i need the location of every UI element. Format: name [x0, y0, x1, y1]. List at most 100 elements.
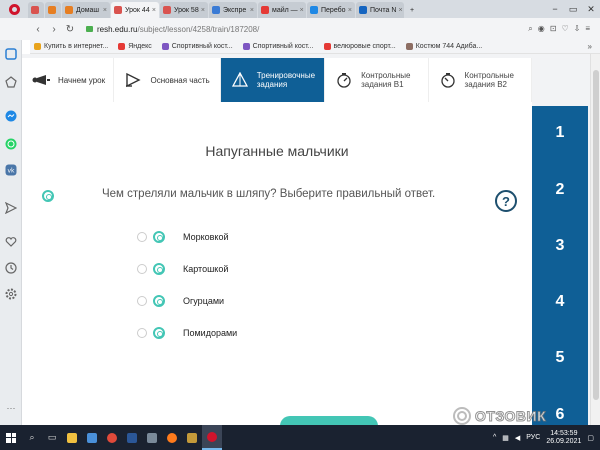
bookmark-item[interactable]: Спортивный кост... — [242, 43, 314, 50]
history-icon[interactable] — [5, 262, 17, 274]
language-indicator[interactable]: РУС — [526, 434, 540, 441]
browser-tab[interactable]: Перебо × — [307, 2, 355, 18]
answer-radio[interactable] — [137, 232, 147, 242]
maximize-button[interactable]: ▭ — [564, 4, 582, 15]
settings-icon[interactable] — [5, 288, 17, 300]
start-button[interactable] — [0, 425, 22, 450]
network-icon[interactable]: ▦ — [502, 434, 509, 442]
browser-tab[interactable]: Урок 58 × — [160, 2, 208, 18]
app-icon[interactable] — [182, 425, 202, 450]
browser-tab[interactable]: Урок 44 × — [111, 2, 159, 18]
volume-icon[interactable]: ◀ — [515, 434, 520, 442]
bookmark-item[interactable]: велюровые спорт... — [323, 43, 396, 50]
browser-tab[interactable]: Экспре × — [209, 2, 257, 18]
bookmark-item[interactable]: Купить в интернет... — [34, 43, 108, 50]
tab-favicon-icon — [163, 6, 171, 14]
nav-control-b1[interactable]: Контрольные задания В1 — [325, 58, 429, 102]
tab-close-icon[interactable]: × — [396, 7, 402, 14]
task-view-icon[interactable]: ▭ — [42, 425, 62, 450]
help-button[interactable]: ? — [495, 190, 517, 212]
answer-option[interactable]: Помидорами — [137, 326, 237, 340]
tab-close-icon[interactable]: × — [199, 7, 205, 14]
url-field[interactable]: resh.edu.ru/subject/lesson/4258/train/18… — [86, 25, 528, 34]
more-icon[interactable]: ··· — [5, 402, 17, 414]
back-button[interactable]: ‹ — [30, 24, 46, 35]
heart-icon[interactable] — [5, 236, 17, 248]
vk-icon[interactable]: vk — [5, 164, 17, 176]
scrollbar-thumb[interactable] — [593, 70, 599, 400]
task-number-4[interactable]: 4 — [532, 293, 588, 311]
bookmark-label: Костюм 744 Адиба... — [415, 43, 483, 50]
chrome-icon[interactable] — [102, 425, 122, 450]
close-window-button[interactable]: ✕ — [582, 4, 600, 15]
page-scrollbar[interactable] — [590, 54, 600, 425]
camera-icon[interactable]: ◉ — [538, 24, 545, 34]
app-icon[interactable] — [142, 425, 162, 450]
word-icon[interactable] — [122, 425, 142, 450]
tab-close-icon[interactable]: × — [248, 7, 254, 14]
nav-main-part[interactable]: Основная часть — [114, 58, 221, 102]
nav-start-lesson[interactable]: Начнем урок — [22, 58, 115, 102]
audio-icon[interactable] — [153, 263, 165, 275]
answer-radio[interactable] — [137, 296, 147, 306]
svg-text:vk: vk — [7, 168, 15, 175]
browser-tab[interactable]: Почта N × — [356, 2, 404, 18]
notifications-icon[interactable]: ▢ — [587, 434, 594, 442]
messenger-icon[interactable] — [5, 110, 17, 122]
task-number-1[interactable]: 1 — [532, 124, 588, 142]
nav-start-lesson-label: Начнем урок — [58, 75, 106, 85]
tab-close-icon[interactable]: × — [346, 7, 352, 14]
tab-close-icon[interactable]: × — [150, 7, 156, 14]
answer-label: Морковкой — [183, 232, 229, 242]
tray-chevron-icon[interactable]: ^ — [493, 434, 496, 441]
nav-control-b2[interactable]: Контрольные задания В2 — [429, 58, 533, 102]
audio-icon[interactable] — [153, 231, 165, 243]
bookmark-item[interactable]: Яндекс — [118, 43, 152, 50]
nav-training-tasks[interactable]: Тренировочные задания — [220, 58, 326, 102]
easy-setup-icon[interactable]: ≡ — [585, 24, 590, 34]
tab-label: Урок 44 — [125, 6, 150, 14]
heart-icon[interactable]: ♡ — [561, 24, 568, 34]
browser-tab[interactable] — [45, 2, 61, 18]
answer-radio[interactable] — [137, 264, 147, 274]
audio-icon[interactable] — [153, 327, 165, 339]
answer-radio[interactable] — [137, 328, 147, 338]
answer-option[interactable]: Морковкой — [137, 230, 229, 244]
new-tab-button[interactable]: + — [405, 2, 419, 18]
tab-close-icon[interactable]: × — [101, 7, 107, 14]
clock-time: 14:53:59 — [550, 429, 578, 437]
download-icon[interactable]: ⇩ — [574, 24, 581, 34]
store-icon[interactable] — [82, 425, 102, 450]
audio-icon[interactable] — [153, 295, 165, 307]
task-number-2[interactable]: 2 — [532, 181, 588, 199]
opera-menu-button[interactable] — [0, 0, 28, 18]
send-icon[interactable] — [5, 202, 17, 214]
opera-taskbar-icon[interactable] — [202, 425, 222, 450]
minimize-button[interactable]: − — [546, 4, 564, 14]
audio-icon[interactable] — [42, 190, 54, 202]
clock[interactable]: 14:53:59 26.09.2021 — [546, 430, 581, 445]
whatsapp-icon[interactable] — [5, 138, 17, 150]
forward-button[interactable]: › — [46, 24, 62, 35]
firefox-icon[interactable] — [162, 425, 182, 450]
search-icon[interactable]: ⌕ — [528, 24, 532, 34]
task-number-3[interactable]: 3 — [532, 237, 588, 255]
tab-close-icon[interactable]: × — [298, 7, 304, 14]
file-explorer-icon[interactable] — [62, 425, 82, 450]
answer-option[interactable]: Огурцами — [137, 294, 224, 308]
search-icon[interactable]: ⌕ — [22, 425, 42, 450]
snapshot-icon[interactable]: ⊡ — [550, 24, 557, 34]
browser-tab[interactable] — [28, 2, 44, 18]
tab-favicon-icon — [114, 6, 122, 14]
task-number-5[interactable]: 5 — [532, 349, 588, 367]
answer-option[interactable]: Картошкой — [137, 262, 228, 276]
tab-favicon-icon — [310, 6, 318, 14]
browser-tab[interactable]: майл — × — [258, 2, 306, 18]
browser-tab[interactable]: Домаш × — [62, 2, 110, 18]
reload-button[interactable]: ↻ — [62, 24, 78, 35]
home-icon[interactable] — [5, 48, 17, 60]
bookmark-item[interactable]: Костюм 744 Адиба... — [405, 43, 483, 50]
bookmark-icon[interactable] — [5, 76, 17, 88]
bookmark-item[interactable]: Спортивный кост... — [161, 43, 233, 50]
bookmarks-more-button[interactable]: » — [588, 42, 600, 51]
